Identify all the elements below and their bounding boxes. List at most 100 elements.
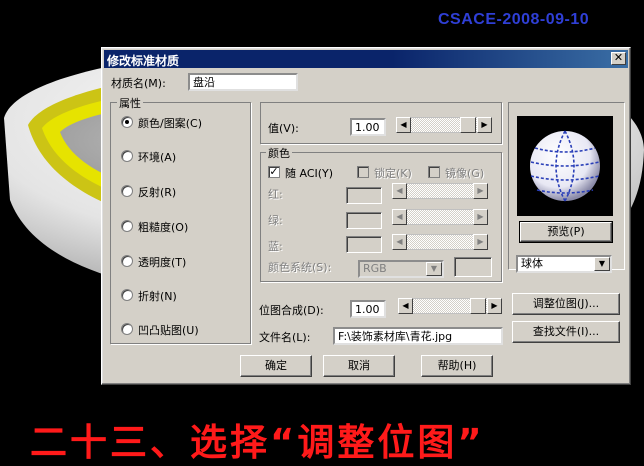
file-name-label: 文件名(L):: [259, 329, 310, 345]
red-label: 红:: [268, 188, 283, 201]
adjust-bitmap-button[interactable]: 调整位图(J)...: [512, 293, 620, 315]
attribute-label-key: (C): [185, 117, 202, 130]
attribute-label-key: (O): [171, 221, 189, 234]
by-aci-label-text: 随 ACI: [285, 167, 318, 180]
blue-swatch: [346, 236, 382, 253]
cancel-button[interactable]: 取消: [323, 355, 395, 377]
bitmap-blend-slider-thumb[interactable]: [470, 298, 486, 314]
attribute-label-key: (R): [160, 186, 177, 199]
attribute-radio[interactable]: [121, 185, 133, 197]
bitmap-blend-label: 位图合成(D):: [259, 302, 324, 318]
lock-checkbox[interactable]: [357, 166, 369, 178]
preview-shape-select[interactable]: 球体 ▼: [516, 255, 612, 273]
dialog-titlebar[interactable]: 修改标准材质 ✕: [104, 50, 628, 68]
help-button[interactable]: 帮助(H): [421, 355, 493, 377]
ok-button[interactable]: 确定: [240, 355, 312, 377]
lock-label-text: 锁定: [374, 167, 396, 180]
file-name-input[interactable]: F:\装饰素材库\青花.jpg: [333, 327, 503, 345]
material-name-label-key: (M):: [144, 77, 166, 90]
value-slider[interactable]: ◀ ▶: [396, 117, 492, 133]
slider-left-arrow-icon[interactable]: ◀: [392, 183, 407, 199]
attribute-label-text: 粗糙度: [138, 221, 171, 234]
material-name-label-text: 材质名: [111, 77, 144, 90]
bitmap-blend-label-text: 位图合成: [259, 304, 303, 317]
preview-button[interactable]: 预览(P): [519, 221, 613, 243]
color-system-label-key: (S):: [312, 261, 332, 274]
file-name-label-key: (L):: [292, 331, 311, 344]
mirror-label: 镜像(G): [445, 165, 484, 181]
preview-sphere-image: [517, 116, 613, 216]
blue-slider[interactable]: ◀ ▶: [392, 234, 488, 250]
attribute-radio-label[interactable]: 颜色/图案(C): [138, 115, 202, 131]
file-name-label-text: 文件名: [259, 331, 292, 344]
lock-label-key: (K): [396, 167, 412, 180]
mirror-label-text: 镜像: [445, 167, 467, 180]
attribute-radio[interactable]: [121, 116, 133, 128]
attribute-radio[interactable]: [121, 289, 133, 301]
bitmap-blend-input[interactable]: 1.00: [350, 300, 386, 318]
value-label: 值(V):: [268, 120, 299, 136]
attribute-radio[interactable]: [121, 150, 133, 162]
attribute-label-key: (N): [160, 290, 177, 303]
chevron-down-icon[interactable]: ▼: [594, 257, 610, 271]
attribute-label-key: (T): [171, 256, 187, 269]
attribute-label-key: (A): [160, 151, 177, 164]
watermark-text: CSACE-2008-09-10: [438, 11, 590, 28]
slider-right-arrow-icon[interactable]: ▶: [473, 234, 488, 250]
bitmap-blend-slider[interactable]: ◀ ▶: [398, 298, 502, 314]
attribute-label-text: 折射: [138, 290, 160, 303]
chevron-down-icon[interactable]: ▼: [426, 262, 442, 276]
attribute-radio-label[interactable]: 环境(A): [138, 149, 176, 165]
slider-right-arrow-icon[interactable]: ▶: [473, 183, 488, 199]
attribute-label-key: (U): [182, 324, 199, 337]
attribute-label-text: 颜色/图案: [138, 117, 186, 130]
attribute-label-text: 反射: [138, 186, 160, 199]
instruction-caption: 二十三、选择“调整位图”: [30, 421, 485, 464]
find-file-button[interactable]: 查找文件(I)...: [512, 321, 620, 343]
slider-right-arrow-icon[interactable]: ▶: [473, 209, 488, 225]
attribute-radio-label[interactable]: 透明度(T): [138, 254, 186, 270]
slider-left-arrow-icon[interactable]: ◀: [392, 209, 407, 225]
color-system-value: RGB: [363, 262, 387, 275]
value-slider-thumb[interactable]: [460, 117, 476, 133]
attribute-radio[interactable]: [121, 323, 133, 335]
by-aci-label-key: (Y): [317, 167, 334, 180]
value-input[interactable]: 1.00: [350, 118, 386, 136]
slider-right-arrow-icon[interactable]: ▶: [477, 117, 492, 133]
close-button[interactable]: ✕: [611, 52, 626, 65]
red-swatch: [346, 187, 382, 204]
attribute-radio[interactable]: [121, 220, 133, 232]
mirror-checkbox[interactable]: [428, 166, 440, 178]
value-label-text: 值: [268, 122, 279, 135]
slider-left-arrow-icon[interactable]: ◀: [396, 117, 411, 133]
attribute-radio-label[interactable]: 凹凸贴图(U): [138, 322, 199, 338]
lock-label: 锁定(K): [374, 165, 412, 181]
bitmap-blend-label-key: (D):: [303, 304, 324, 317]
material-name-input[interactable]: 盘沿: [188, 73, 298, 91]
attributes-group-title: 属性: [117, 95, 143, 111]
blue-label: 蓝:: [268, 240, 283, 253]
attribute-label-text: 凹凸贴图: [138, 324, 182, 337]
green-label: 绿:: [268, 214, 283, 227]
color-system-swatch: [454, 257, 492, 277]
color-system-select[interactable]: RGB ▼: [358, 260, 444, 278]
by-aci-checkbox[interactable]: ✓: [268, 166, 280, 178]
slider-left-arrow-icon[interactable]: ◀: [392, 234, 407, 250]
attribute-radio-label[interactable]: 折射(N): [138, 288, 177, 304]
slider-left-arrow-icon[interactable]: ◀: [398, 298, 413, 314]
attribute-radio-label[interactable]: 反射(R): [138, 184, 176, 200]
mirror-label-key: (G): [467, 167, 485, 180]
green-slider[interactable]: ◀ ▶: [392, 209, 488, 225]
slider-right-arrow-icon[interactable]: ▶: [487, 298, 502, 314]
attribute-label-text: 环境: [138, 151, 160, 164]
material-name-label: 材质名(M):: [111, 75, 166, 91]
attribute-radio-label[interactable]: 粗糙度(O): [138, 219, 188, 235]
modify-standard-material-dialog: 修改标准材质 ✕ 材质名(M): 盘沿 属性 值(V): 1.00 ◀ ▶ 颜色…: [101, 47, 631, 385]
close-icon: ✕: [613, 51, 624, 64]
color-group-title: 颜色: [266, 145, 292, 161]
by-aci-label: 随 ACI(Y): [285, 165, 333, 181]
green-swatch: [346, 212, 382, 229]
attribute-label-text: 透明度: [138, 256, 171, 269]
attribute-radio[interactable]: [121, 255, 133, 267]
red-slider[interactable]: ◀ ▶: [392, 183, 488, 199]
